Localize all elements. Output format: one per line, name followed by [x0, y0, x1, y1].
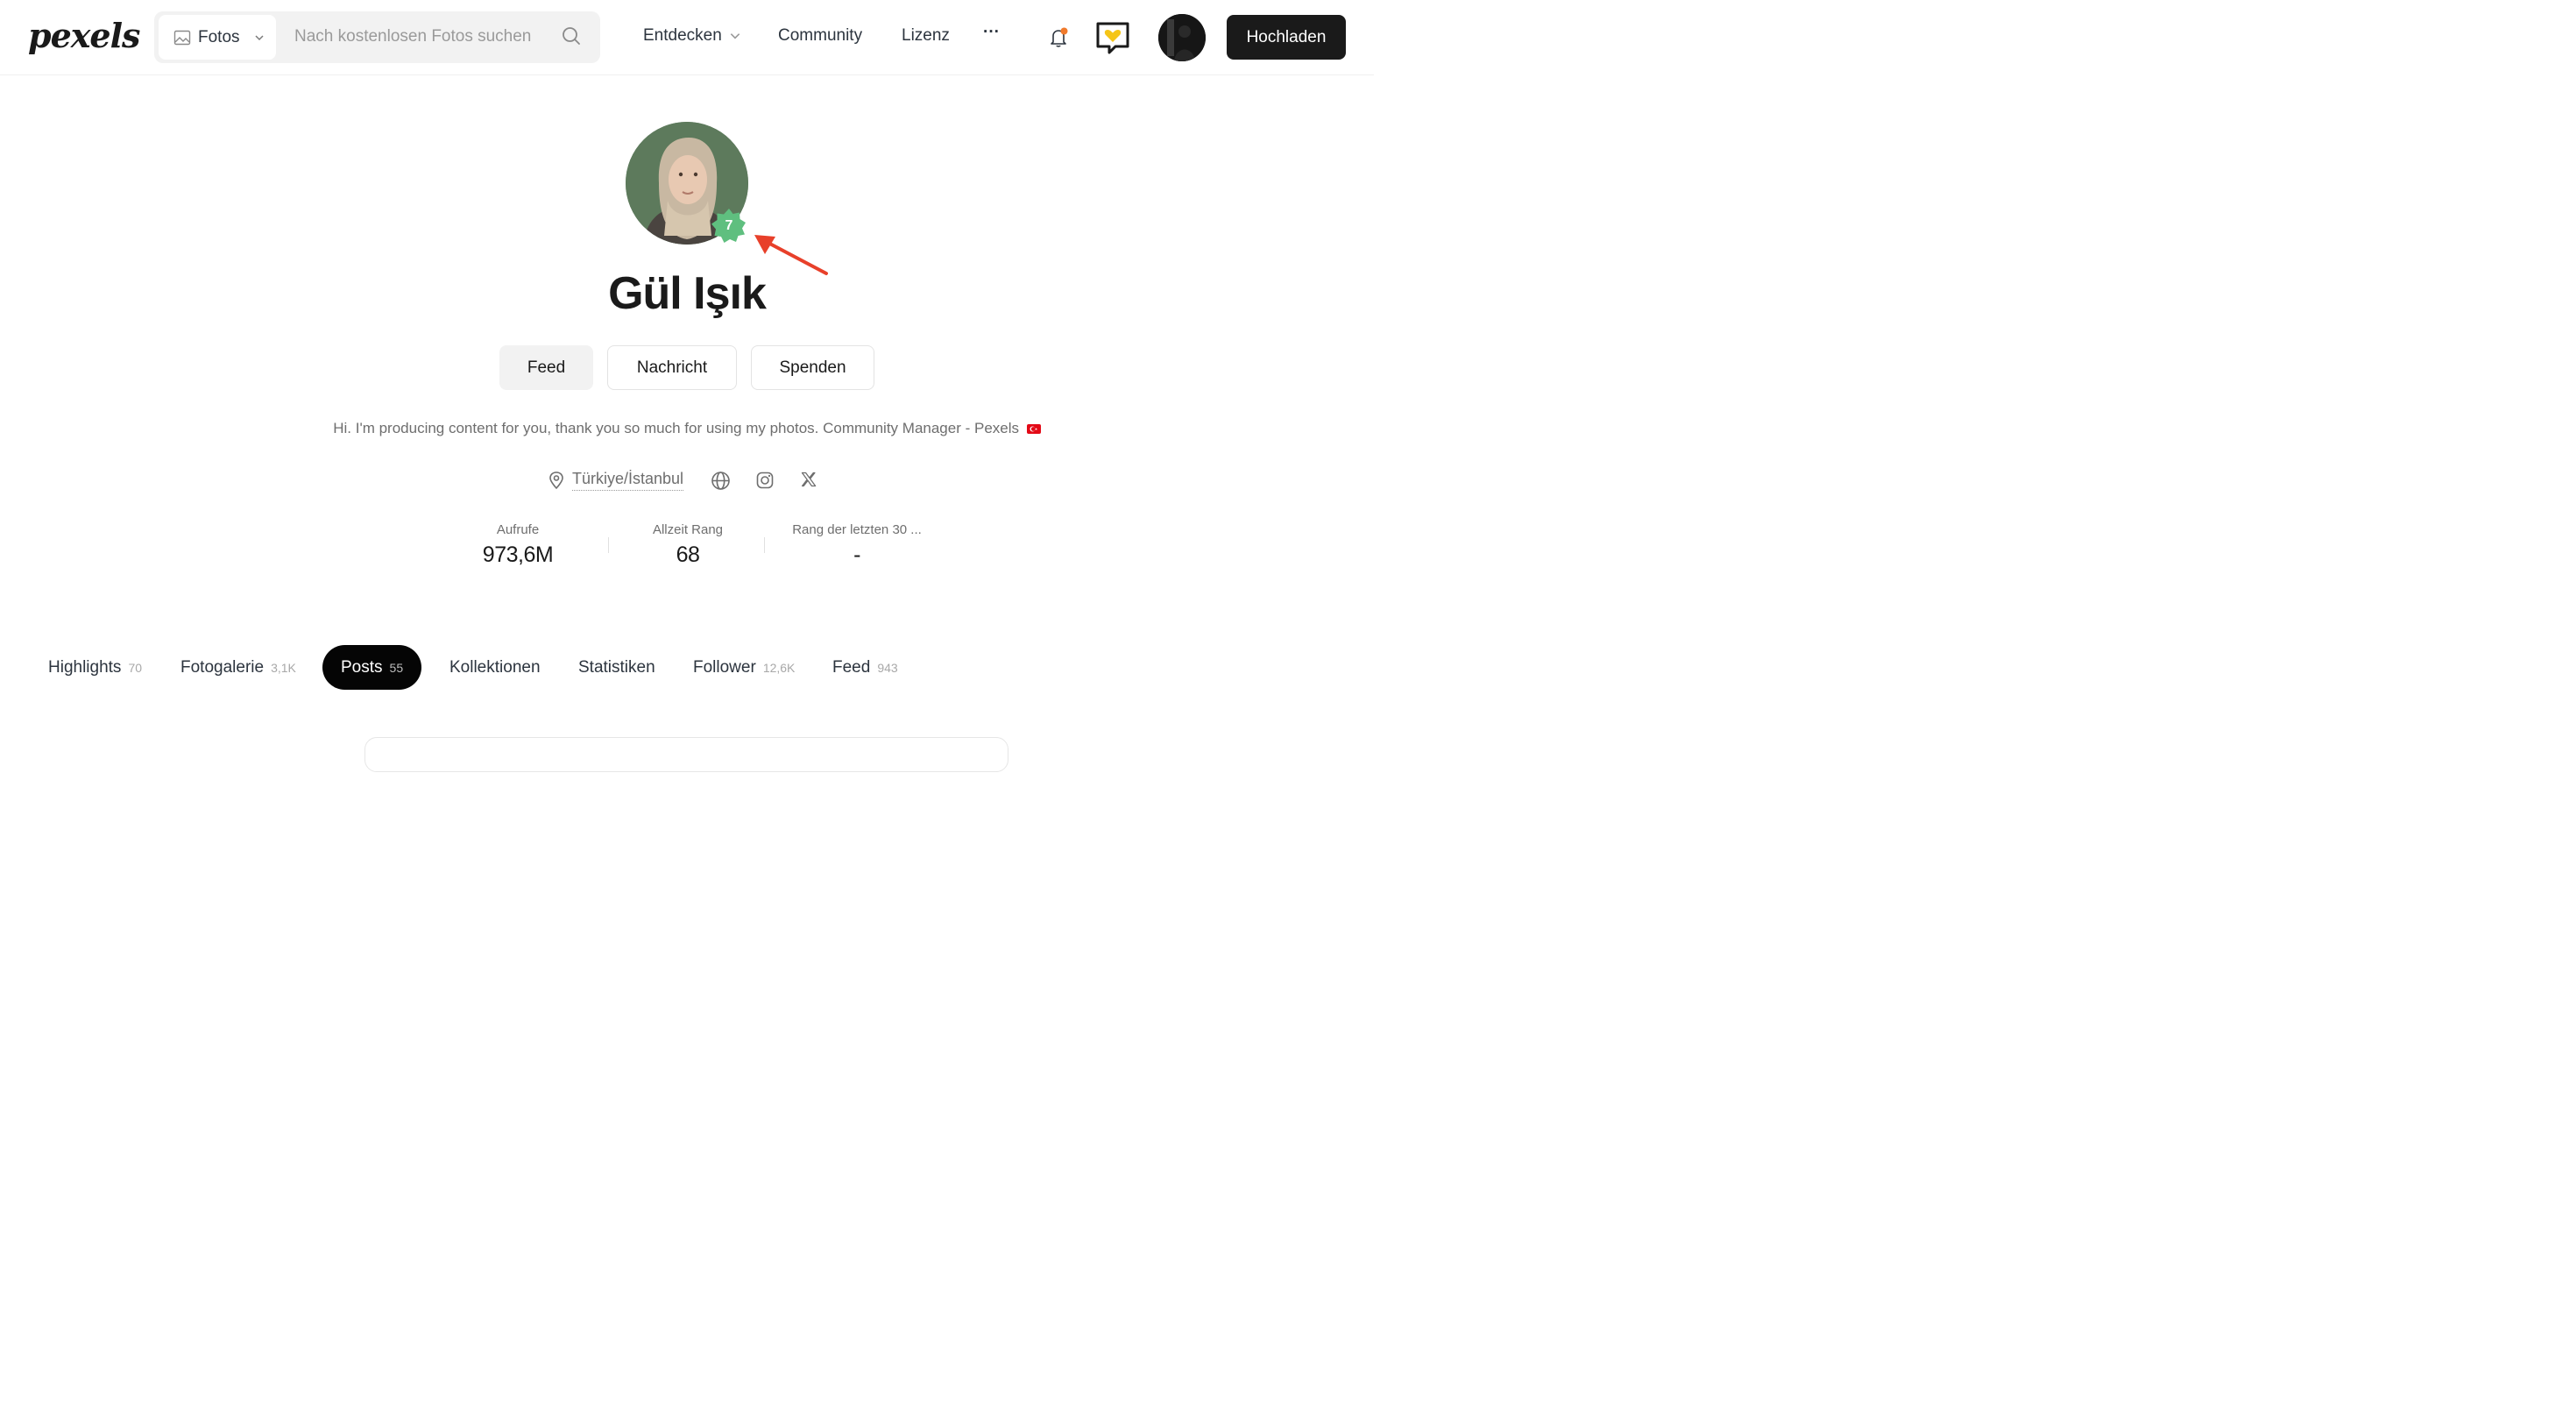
stat-label: Rang der letzten 30 ...	[792, 522, 922, 537]
message-button[interactable]: Nachricht	[607, 345, 737, 390]
stat-value: 68	[676, 542, 700, 567]
nav-community[interactable]: Community	[778, 26, 862, 46]
top-navbar: pexels Fotos Entdecken Community Lizenz …	[0, 0, 1374, 75]
tab-count: 70	[128, 660, 143, 675]
image-icon	[173, 30, 191, 45]
instagram-link[interactable]	[755, 471, 775, 494]
bell-icon	[1051, 27, 1068, 47]
tab-followers[interactable]: Follower 12,6K	[693, 645, 795, 690]
stat-30day-rank: Rang der letzten 30 ... -	[782, 522, 931, 568]
location-link[interactable]: Türkiye/İstanbul	[548, 470, 684, 491]
tab-label: Statistiken	[578, 657, 655, 677]
map-pin-icon	[549, 472, 563, 490]
stat-alltime-rank: Allzeit Rang 68	[635, 522, 740, 568]
heart-speech-bubble-icon	[1096, 22, 1129, 54]
feed-button[interactable]: Feed	[499, 345, 593, 390]
tab-label: Follower	[693, 657, 756, 677]
stat-label: Aufrufe	[496, 522, 540, 537]
stat-value: 973,6M	[482, 542, 554, 567]
tab-label: Kollektionen	[449, 657, 541, 677]
location-text: Türkiye/İstanbul	[572, 470, 684, 491]
tab-collections[interactable]: Kollektionen	[449, 645, 541, 690]
x-link[interactable]	[800, 471, 817, 493]
tab-label: Posts	[341, 657, 383, 677]
nav-explore-label: Entdecken	[643, 26, 722, 45]
search-type-dropdown[interactable]: Fotos	[159, 15, 276, 60]
notifications-button[interactable]	[1046, 25, 1071, 50]
pexels-logo[interactable]: pexels	[28, 16, 140, 55]
profile-bio: Hi. I'm producing content for you, thank…	[0, 420, 1374, 437]
search-type-label: Fotos	[198, 27, 240, 46]
post-card	[364, 737, 1008, 772]
nav-license[interactable]: Lizenz	[902, 26, 950, 46]
stat-views: Aufrufe 973,6M	[465, 522, 570, 568]
tab-feed[interactable]: Feed 943	[832, 645, 898, 690]
search-input[interactable]	[294, 24, 548, 50]
instagram-icon	[756, 472, 774, 489]
chevron-down-icon	[255, 34, 264, 40]
tab-count: 943	[877, 660, 898, 675]
turkey-flag-icon	[1026, 424, 1041, 435]
tab-label: Feed	[832, 657, 871, 677]
stat-label: Allzeit Rang	[652, 522, 724, 537]
stat-value: -	[853, 542, 860, 567]
level-badge-number: 7	[725, 218, 733, 233]
profile-name: Gül Işık	[608, 268, 767, 319]
stat-divider	[608, 537, 609, 553]
donate-button[interactable]: Spenden	[751, 345, 874, 390]
search-icon[interactable]	[561, 25, 582, 51]
tab-gallery[interactable]: Fotogalerie 3,1K	[180, 645, 296, 690]
tab-statistics[interactable]: Statistiken	[578, 645, 655, 690]
stat-divider	[764, 537, 765, 553]
x-twitter-icon	[801, 472, 817, 487]
chevron-down-icon	[730, 33, 740, 39]
upload-button[interactable]: Hochladen	[1227, 15, 1346, 60]
tab-count: 12,6K	[762, 660, 796, 675]
tab-count: 3,1K	[271, 660, 296, 675]
level-badge: 7	[709, 206, 749, 246]
tab-highlights[interactable]: Highlights 70	[48, 645, 142, 690]
tab-label: Highlights	[48, 657, 122, 677]
tab-label: Fotogalerie	[180, 657, 265, 677]
chat-button[interactable]	[1094, 20, 1131, 55]
tab-count: 55	[389, 660, 404, 675]
website-link[interactable]	[711, 471, 731, 495]
search-bar: Fotos	[154, 11, 600, 63]
bio-text: Hi. I'm producing content for you, thank…	[333, 420, 1020, 436]
globe-icon	[711, 472, 730, 490]
tab-posts[interactable]: Posts 55	[322, 645, 422, 690]
user-avatar[interactable]	[1158, 14, 1206, 61]
more-menu-button[interactable]: ···	[983, 23, 1000, 42]
nav-explore[interactable]: Entdecken	[643, 26, 741, 46]
